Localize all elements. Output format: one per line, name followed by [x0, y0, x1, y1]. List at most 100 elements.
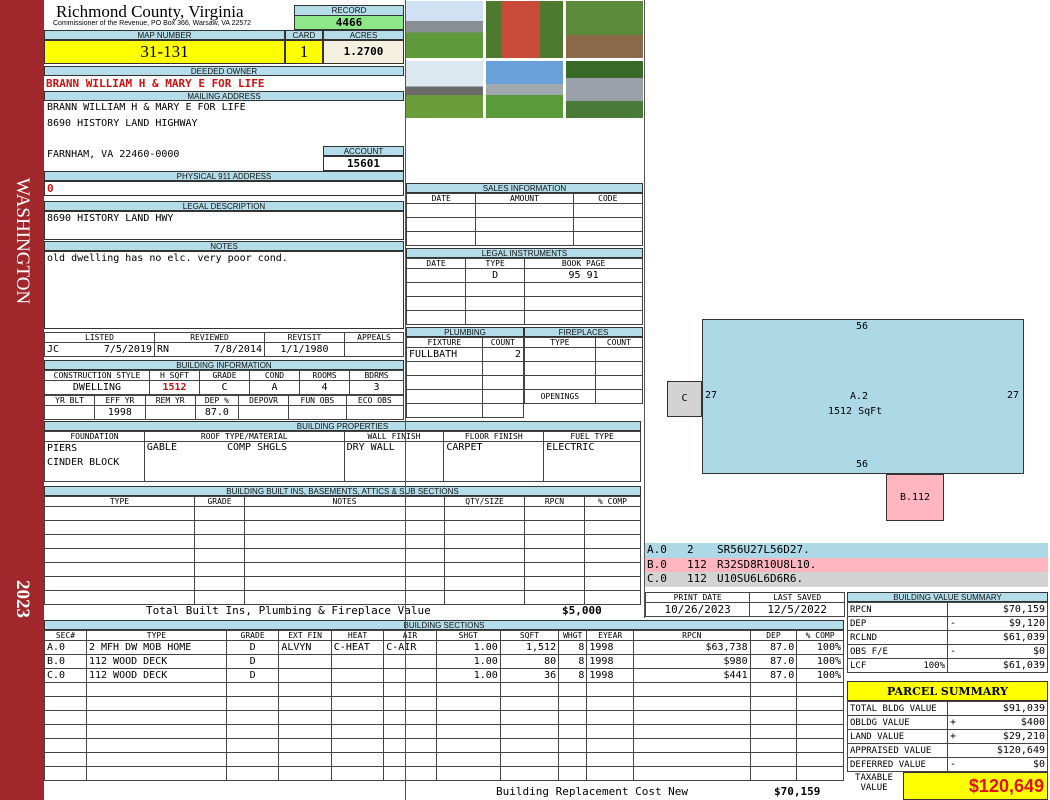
sales-table: DATE AMOUNT CODE [405, 193, 644, 246]
cell-text: ROOF TYPE/MATERIAL [200, 432, 288, 441]
cell-text: CONSTRUCTION STYLE [53, 371, 141, 380]
table-cell [633, 752, 751, 767]
table-cell [524, 590, 585, 605]
table-cell [383, 696, 437, 711]
table-cell [749, 724, 798, 739]
cell-text: 8 [578, 670, 585, 681]
table-cell [44, 738, 87, 753]
cell-text: REM YR [155, 396, 185, 405]
cell-text: COUNT [490, 338, 515, 347]
cell-text: AMOUNT [510, 194, 539, 203]
table-cell [444, 520, 525, 535]
cell-text: GRADE [212, 371, 237, 380]
property-photo-1[interactable] [405, 0, 484, 59]
replacement-cost-label: Building Replacement Cost New [496, 785, 689, 798]
sketch-b-area[interactable]: B.112 [886, 474, 944, 521]
cell-text: COUNT [606, 338, 631, 347]
table-cell [435, 766, 501, 781]
cell-text: 2 MFH DW MOB HOME [88, 642, 192, 653]
card-label: CARD [285, 30, 323, 40]
table-cell [225, 696, 280, 711]
table-cell [558, 766, 588, 781]
value-summary-label: BUILDING VALUE SUMMARY [847, 592, 1048, 602]
table-cell [481, 375, 525, 390]
table-cell: % COMP [584, 496, 641, 507]
wall-finish: DRY WALL [343, 441, 445, 482]
table-cell [330, 724, 385, 739]
table-row [44, 752, 844, 767]
table-cell [383, 766, 437, 781]
table-cell: COND [249, 370, 300, 381]
table-cell [278, 766, 332, 781]
sketch-legend: A.0 2 SR56U27L56D27. B.0 112 R32SD8R10U8L10. C… [645, 543, 1048, 587]
table-cell [444, 534, 525, 549]
cell-text: APPRAISED VALUE [850, 745, 932, 756]
table-cell [44, 576, 195, 591]
table-cell [330, 682, 385, 697]
table-row: TYPE GRADE NOTES QTY/SIZE RPCN % COMP [44, 496, 641, 507]
cell-text: RPCN [850, 604, 872, 615]
table-cell [584, 576, 641, 591]
table-row [406, 403, 525, 418]
value-summary-table: RPCN $70,159 DEP - $9,120 RCLND $61,039 OBS F/E… [847, 602, 1048, 673]
cell-text: OPENINGS [540, 392, 580, 401]
appeals-label: APPEALS [344, 332, 404, 343]
cell-text: HEAT [347, 631, 368, 640]
sketch-main-area-text: 1512 SqFt [828, 406, 883, 417]
sketch-legend-row[interactable]: A.0 2 SR56U27L56D27. [645, 543, 1048, 558]
value-summary-row: LCF 100% $61,039 [847, 658, 1048, 673]
mailing-address-label: MAILING ADDRESS [44, 91, 404, 101]
table-cell [383, 668, 437, 683]
table-row [44, 738, 844, 753]
property-photo-3[interactable] [565, 0, 644, 59]
property-photo-5[interactable] [485, 60, 564, 119]
cell-text: A [271, 382, 278, 393]
built-ins-total-label: Total Built Ins, Plumbing & Fireplace Va… [146, 604, 431, 617]
cell-text: RPCN [682, 631, 702, 640]
cell-text: TYPE [550, 338, 570, 347]
sketch-c-area[interactable]: C [667, 381, 702, 417]
table-row: FULLBATH 2 [406, 347, 525, 362]
table-cell [85, 724, 227, 739]
cell-text: $9,120 [1008, 618, 1045, 629]
table-cell [383, 724, 437, 739]
table-cell [406, 389, 483, 404]
revisit-label: REVISIT [264, 332, 345, 343]
table-row [405, 217, 644, 232]
table-cell: TYPE [44, 496, 195, 507]
table-cell: 8 [558, 640, 588, 655]
table-cell: % COMP [796, 630, 844, 641]
table-cell: TYPE [85, 630, 227, 641]
built-ins-total: $5,000 [562, 604, 602, 617]
table-cell [383, 682, 437, 697]
table-cell [524, 562, 585, 577]
table-header: FLOOR FINISH [443, 431, 545, 442]
table-cell [435, 682, 501, 697]
table-cell [584, 548, 641, 563]
table-cell: FIXTURE [406, 337, 483, 348]
last-saved-label: LAST SAVED [749, 592, 845, 603]
table-cell [572, 217, 644, 232]
table-cell [194, 562, 245, 577]
dates-table: PRINT DATE LAST SAVED 10/26/2023 12/5/2022 [644, 592, 845, 617]
commissioner-address: Commissioner of the Revenue, PO Box 366,… [53, 20, 252, 27]
table-cell [499, 696, 560, 711]
physical-address: 0 [44, 181, 404, 196]
sketch-legend-row[interactable]: B.0 112 R32SD8R10U8L10. [645, 557, 1048, 572]
cell-text: DEPOVR [249, 396, 278, 405]
table-cell [586, 696, 635, 711]
sketch-legend-row[interactable]: C.0 112 U10SU6L6D6R6. [645, 572, 1048, 587]
property-photo-6[interactable] [565, 60, 644, 119]
table-cell [633, 738, 751, 753]
table-cell [749, 696, 798, 711]
table-cell: 1.00 [435, 654, 501, 669]
table-cell: 100% [796, 640, 844, 655]
property-photo-4[interactable] [405, 60, 484, 119]
value-summary-row: RCLND $61,039 [847, 630, 1048, 645]
sketch-bottom-dim: 56 [856, 459, 869, 470]
table-cell [499, 682, 560, 697]
table-row [44, 548, 641, 563]
property-photo-2[interactable] [485, 0, 564, 59]
table-cell [444, 506, 525, 521]
table-cell: 87.0 [749, 654, 798, 669]
